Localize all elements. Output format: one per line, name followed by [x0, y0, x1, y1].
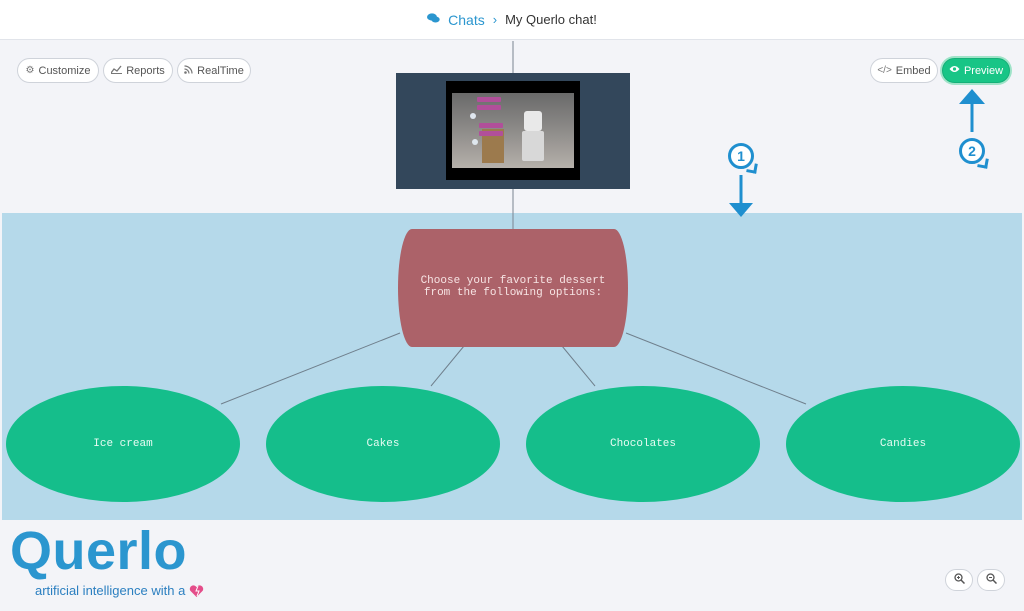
breadcrumb-separator: ›: [492, 12, 498, 27]
zoom-in-icon: [953, 571, 965, 589]
heart-icon: [189, 584, 204, 597]
page-title: My Querlo chat!: [505, 12, 597, 27]
question-text: Choose your favorite dessert from the fo…: [420, 275, 606, 299]
top-bar: Chats › My Querlo chat!: [0, 0, 1024, 40]
annotation-number: 1: [737, 148, 745, 164]
zoom-out-button[interactable]: [977, 569, 1005, 591]
arrow-up-icon: [959, 89, 985, 132]
customize-label: Customize: [38, 64, 91, 77]
annotation-number: 2: [968, 143, 976, 159]
eye-icon: [949, 65, 960, 76]
option-node-cakes[interactable]: Cakes: [266, 386, 500, 502]
option-node-chocolates[interactable]: Chocolates: [526, 386, 760, 502]
realtime-button[interactable]: RealTime: [177, 58, 251, 83]
annotation-badge-1: 1: [728, 143, 754, 169]
preview-label: Preview: [963, 64, 1004, 77]
question-node[interactable]: Choose your favorite dessert from the fo…: [398, 229, 628, 347]
option-label: Candies: [879, 438, 927, 450]
reports-button[interactable]: Reports: [103, 58, 173, 83]
tagline-text: artificial intelligence with a: [35, 583, 186, 598]
embed-button[interactable]: </> Embed: [870, 58, 938, 83]
option-label: Cakes: [366, 438, 400, 450]
option-node-ice-cream[interactable]: Ice cream: [6, 386, 240, 502]
video-image: [452, 93, 574, 168]
option-label: Chocolates: [609, 438, 676, 450]
customize-button[interactable]: ⚙ Customize: [17, 58, 99, 83]
option-node-candies[interactable]: Candies: [786, 386, 1020, 502]
option-label: Ice cream: [93, 438, 153, 450]
gear-icon: ⚙: [25, 65, 35, 76]
line-chart-icon: [110, 65, 123, 77]
preview-button[interactable]: Preview: [942, 58, 1010, 83]
embed-label: Embed: [895, 64, 931, 77]
querlo-logo: Querlo: [10, 521, 188, 581]
logo-tagline: artificial intelligence with a: [35, 583, 204, 598]
breadcrumb-chats-link[interactable]: Chats: [448, 12, 485, 28]
arrow-down-icon: [729, 175, 753, 217]
reports-label: Reports: [126, 64, 165, 77]
zoom-out-icon: [985, 571, 997, 589]
video-thumbnail[interactable]: [446, 81, 580, 180]
zoom-in-button[interactable]: [945, 569, 973, 591]
realtime-label: RealTime: [197, 64, 244, 77]
annotation-badge-2: 2: [959, 138, 985, 164]
code-icon: </>: [877, 65, 892, 76]
rss-icon: [184, 64, 193, 77]
chat-bubbles-icon: [427, 12, 440, 27]
